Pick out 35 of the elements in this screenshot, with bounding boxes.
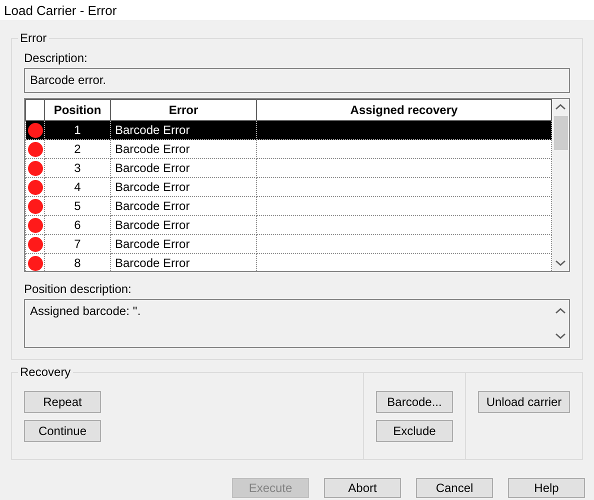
table-cell: 2 (44, 140, 110, 158)
description-field[interactable]: Barcode error. (24, 68, 570, 93)
column-header[interactable]: Position (44, 100, 110, 120)
table-cell: Barcode Error (110, 158, 256, 178)
scroll-thumb[interactable] (554, 116, 568, 150)
table-cell: Barcode Error (110, 120, 256, 140)
dialog-button[interactable]: Help (508, 478, 585, 498)
table-cell: 7 (44, 234, 110, 254)
recovery-button[interactable]: Continue (24, 420, 101, 442)
column-header[interactable] (26, 100, 44, 120)
recovery-button[interactable]: Exclude (376, 420, 453, 442)
group-title: Error (18, 31, 49, 45)
scrollbar[interactable] (552, 99, 569, 271)
window-title: Load Carrier - Error (0, 0, 594, 20)
table-cell: Barcode Error (110, 216, 256, 234)
table-cell: 3 (44, 158, 110, 178)
recovery-button[interactable]: Repeat (24, 391, 101, 413)
dialog-button[interactable]: Abort (324, 478, 401, 498)
dialog-button[interactable]: Cancel (416, 478, 493, 498)
table-cell: Barcode Error (110, 234, 256, 254)
table-cell: Barcode Error (110, 140, 256, 158)
table-cell: 6 (44, 216, 110, 234)
recovery-button[interactable]: Barcode... (376, 391, 453, 413)
group-title: Recovery (18, 365, 73, 379)
position-description-label: Position description: (24, 282, 132, 296)
table-cell: 5 (44, 196, 110, 216)
table-cell: Barcode Error (110, 196, 256, 216)
column-header[interactable]: Error (110, 100, 256, 120)
description-label: Description: (24, 51, 88, 65)
table-cell: Barcode Error (110, 178, 256, 196)
table-cell: 4 (44, 178, 110, 196)
recovery-button[interactable]: Unload carrier (478, 391, 570, 413)
position-description-field[interactable]: Assigned barcode: ''. (24, 299, 570, 348)
column-header[interactable]: Assigned recovery (256, 100, 552, 120)
table-cell: 1 (44, 120, 110, 140)
